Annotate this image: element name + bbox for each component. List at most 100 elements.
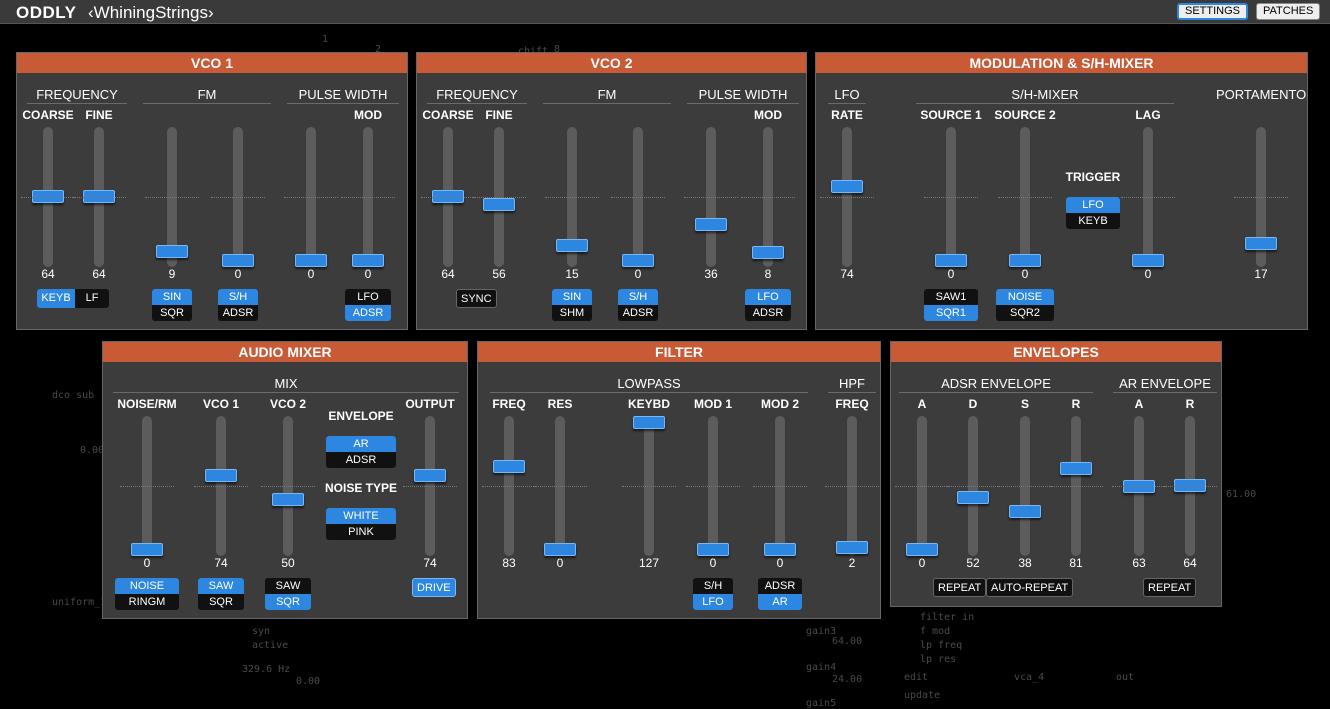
noise-ringm-toggle[interactable]: NOISE RINGM: [115, 578, 179, 610]
sqr-option[interactable]: SQR: [152, 305, 192, 321]
slider-handle[interactable]: [1123, 480, 1155, 493]
slider-track[interactable]: [611, 127, 665, 267]
saw-option[interactable]: SAW: [198, 578, 244, 594]
sin-option[interactable]: SIN: [552, 289, 592, 305]
slider-handle[interactable]: [483, 198, 515, 211]
noise-option[interactable]: NOISE: [996, 289, 1054, 305]
settings-button[interactable]: SETTINGS: [1177, 3, 1249, 20]
slider-handle[interactable]: [222, 254, 254, 267]
slider-track[interactable]: [946, 416, 1000, 556]
pw-mod-toggle[interactable]: LFO ADSR: [345, 289, 391, 321]
slider-track[interactable]: [825, 416, 879, 556]
lf-option[interactable]: LF: [75, 289, 109, 308]
slider-handle[interactable]: [432, 190, 464, 203]
slider-handle[interactable]: [831, 180, 863, 193]
sync-button[interactable]: SYNC: [456, 289, 497, 308]
mod2-source-toggle[interactable]: ADSR AR: [758, 578, 802, 610]
slider-track[interactable]: [1163, 416, 1217, 556]
sqr1-option[interactable]: SQR1: [924, 305, 978, 321]
slider-handle[interactable]: [556, 239, 588, 252]
slider-handle[interactable]: [1060, 462, 1092, 475]
adsr-option[interactable]: ADSR: [618, 305, 658, 321]
slider-track[interactable]: [741, 127, 795, 267]
slider-track[interactable]: [472, 127, 526, 267]
fm2-source-toggle[interactable]: S/H ADSR: [618, 289, 658, 321]
slider-track[interactable]: [533, 416, 587, 556]
keyb-option[interactable]: KEYB: [1066, 213, 1120, 229]
slider-track[interactable]: [684, 127, 738, 267]
slider-handle[interactable]: [544, 543, 576, 556]
sh-option[interactable]: S/H: [218, 289, 258, 305]
patches-button[interactable]: PATCHES: [1256, 3, 1321, 20]
keyb-lf-toggle[interactable]: KEYB LF: [37, 289, 109, 308]
adsr-option[interactable]: ADSR: [326, 452, 396, 468]
lfo-option[interactable]: LFO: [1066, 197, 1120, 213]
slider-track[interactable]: [895, 416, 949, 556]
slider-handle[interactable]: [695, 218, 727, 231]
slider-track[interactable]: [545, 127, 599, 267]
slider-track[interactable]: [261, 416, 315, 556]
sh-option[interactable]: S/H: [618, 289, 658, 305]
saw-option[interactable]: SAW: [265, 578, 311, 594]
slider-track[interactable]: [686, 416, 740, 556]
adsr-option[interactable]: ADSR: [758, 578, 802, 594]
slider-track[interactable]: [211, 127, 265, 267]
slider-track[interactable]: [622, 416, 676, 556]
slider-handle[interactable]: [414, 469, 446, 482]
pw-mod-toggle[interactable]: LFO ADSR: [745, 289, 791, 321]
sh-option[interactable]: S/H: [693, 578, 733, 594]
slider-handle[interactable]: [1174, 479, 1206, 492]
patch-name[interactable]: ‹WhiningStrings›: [88, 3, 214, 23]
source1-toggle[interactable]: SAW1 SQR1: [924, 289, 978, 321]
lfo-option[interactable]: LFO: [345, 289, 391, 305]
slider-handle[interactable]: [295, 254, 327, 267]
fm2-source-toggle[interactable]: S/H ADSR: [218, 289, 258, 321]
slider-handle[interactable]: [697, 543, 729, 556]
pink-option[interactable]: PINK: [326, 524, 396, 540]
slider-track[interactable]: [1234, 127, 1288, 267]
sqr-option[interactable]: SQR: [198, 594, 244, 610]
slider-track[interactable]: [753, 416, 807, 556]
adsr-option[interactable]: ADSR: [745, 305, 791, 321]
slider-handle[interactable]: [752, 246, 784, 259]
sin-option[interactable]: SIN: [152, 289, 192, 305]
slider-handle[interactable]: [633, 416, 665, 429]
slider-track[interactable]: [21, 127, 75, 267]
vco1-wave-toggle[interactable]: SAW SQR: [198, 578, 244, 610]
slider-handle[interactable]: [935, 254, 967, 267]
slider-track[interactable]: [194, 416, 248, 556]
slider-handle[interactable]: [352, 254, 384, 267]
trigger-toggle[interactable]: LFO KEYB: [1066, 197, 1120, 229]
noise-type-toggle[interactable]: WHITE PINK: [326, 508, 396, 540]
slider-handle[interactable]: [1132, 254, 1164, 267]
white-option[interactable]: WHITE: [326, 508, 396, 524]
slider-track[interactable]: [998, 127, 1052, 267]
ringm-option[interactable]: RINGM: [115, 594, 179, 610]
slider-track[interactable]: [1112, 416, 1166, 556]
adsr-option[interactable]: ADSR: [218, 305, 258, 321]
slider-handle[interactable]: [493, 460, 525, 473]
slider-track[interactable]: [72, 127, 126, 267]
mod1-source-toggle[interactable]: S/H LFO: [693, 578, 733, 610]
drive-button[interactable]: DRIVE: [412, 578, 456, 597]
slider-track[interactable]: [421, 127, 475, 267]
lfo-option[interactable]: LFO: [745, 289, 791, 305]
shm-option[interactable]: SHM: [552, 305, 592, 321]
envelope-toggle[interactable]: AR ADSR: [326, 436, 396, 468]
slider-handle[interactable]: [156, 245, 188, 258]
slider-handle[interactable]: [1009, 254, 1041, 267]
slider-handle[interactable]: [1009, 505, 1041, 518]
vco2-wave-toggle[interactable]: SAW SQR: [265, 578, 311, 610]
keyb-option[interactable]: KEYB: [37, 289, 75, 308]
slider-handle[interactable]: [83, 190, 115, 203]
slider-handle[interactable]: [1245, 237, 1277, 250]
slider-handle[interactable]: [205, 469, 237, 482]
fm1-source-toggle[interactable]: SIN SQR: [152, 289, 192, 321]
slider-track[interactable]: [924, 127, 978, 267]
lfo-option[interactable]: LFO: [693, 594, 733, 610]
slider-track[interactable]: [284, 127, 338, 267]
saw1-option[interactable]: SAW1: [924, 289, 978, 305]
slider-track[interactable]: [1049, 416, 1103, 556]
slider-handle[interactable]: [836, 541, 868, 554]
source2-toggle[interactable]: NOISE SQR2: [996, 289, 1054, 321]
